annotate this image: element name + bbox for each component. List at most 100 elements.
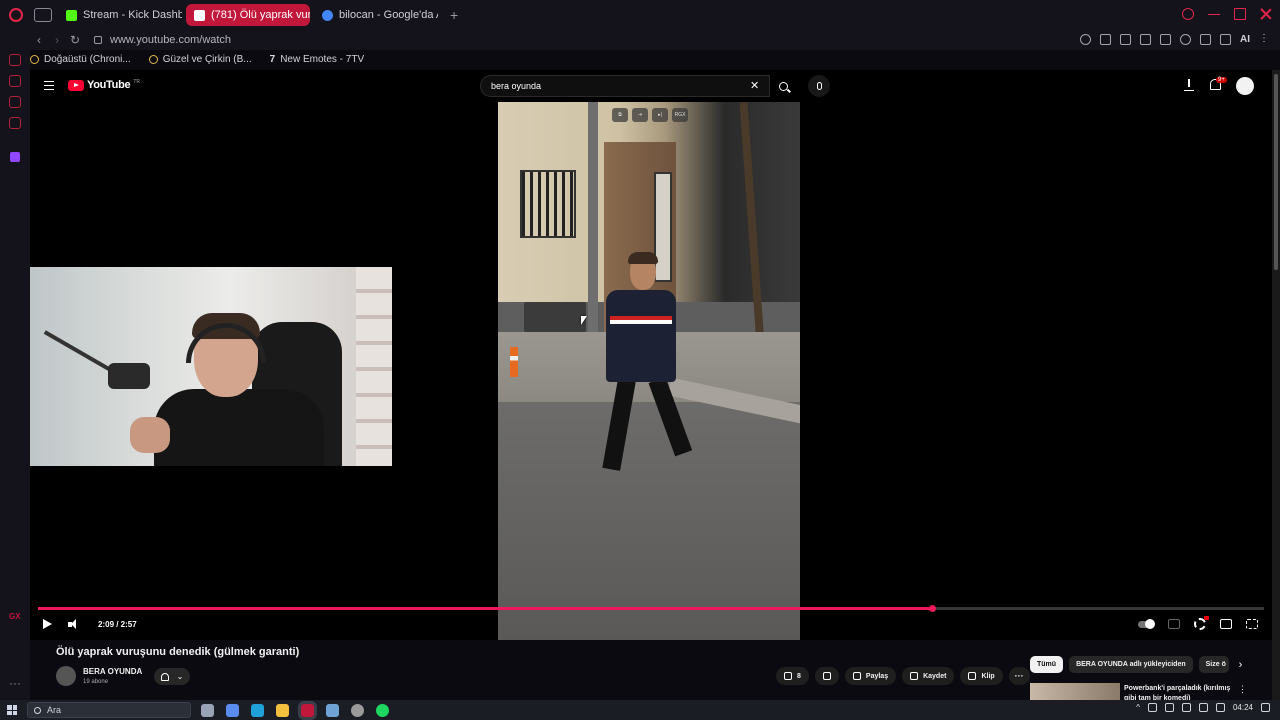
- clock[interactable]: 04:24: [1233, 703, 1253, 712]
- new-tab-button[interactable]: +: [450, 7, 458, 23]
- steam-icon[interactable]: [326, 703, 339, 717]
- recommendation-thumbnail[interactable]: [1030, 683, 1120, 700]
- theater-mode-icon[interactable]: [1220, 619, 1232, 629]
- close-button[interactable]: [1260, 8, 1272, 20]
- share-button[interactable]: Paylaş: [844, 667, 897, 685]
- mic-tray-icon[interactable]: [1181, 703, 1191, 712]
- subtitles-icon[interactable]: [1168, 619, 1180, 629]
- usb-icon[interactable]: [1164, 703, 1174, 712]
- autoplay-toggle[interactable]: [1138, 619, 1155, 629]
- opera-gx-logo-icon[interactable]: [0, 0, 32, 30]
- snapshot-icon[interactable]: [1120, 34, 1131, 45]
- bookmark-item[interactable]: 7 New Emotes - 7TV: [270, 54, 364, 65]
- more-actions-button[interactable]: ···: [1008, 667, 1030, 685]
- subscription-bell-button[interactable]: ⌄: [154, 668, 190, 685]
- overlay-tag[interactable]: RGX: [672, 108, 688, 122]
- save-button[interactable]: Kaydet: [902, 667, 955, 685]
- player-icon[interactable]: [1160, 34, 1171, 45]
- windows-start-icon[interactable]: [7, 705, 17, 715]
- edge-icon[interactable]: [251, 703, 264, 717]
- play-icon[interactable]: [43, 619, 52, 629]
- bookmark-item[interactable]: Güzel ve Çirkin (B...: [148, 54, 252, 65]
- speaker-icon[interactable]: [194, 9, 205, 21]
- clip-button[interactable]: Klip: [960, 667, 1003, 685]
- tab-kick-dashboard[interactable]: Stream - Kick Dashboard: [58, 4, 182, 26]
- video-title: Ölü yaprak vuruşunu denedik (gülmek gara…: [56, 646, 300, 658]
- menu-icon[interactable]: [44, 81, 54, 90]
- lock-icon[interactable]: [94, 36, 102, 44]
- video-player[interactable]: ⧉ ⇥ ▸| RGX 2:09 / 2:57: [30, 102, 1272, 640]
- tab-search-icon[interactable]: [1182, 8, 1194, 20]
- tab-google-search[interactable]: bilocan - Google'da Ara: [314, 4, 438, 26]
- opera-gx-icon[interactable]: [301, 703, 314, 717]
- gx-control-icon[interactable]: [9, 54, 21, 66]
- heart-icon[interactable]: [1180, 34, 1191, 45]
- tray-app-icon[interactable]: [1147, 703, 1157, 712]
- search-input[interactable]: [480, 75, 770, 97]
- bookmark-item[interactable]: Doğaüstü (Chroni...: [30, 54, 131, 65]
- gx-corner-icon[interactable]: [9, 96, 21, 108]
- twitch-icon[interactable]: [10, 152, 20, 162]
- skip-icon[interactable]: ▸|: [652, 108, 668, 122]
- obs-icon[interactable]: [351, 703, 364, 717]
- pin-icon[interactable]: [1100, 34, 1111, 45]
- tab-islands-icon[interactable]: [34, 8, 52, 22]
- 7tv-icon: 7: [269, 53, 276, 65]
- like-button[interactable]: 8: [776, 667, 809, 685]
- file-explorer-icon[interactable]: [276, 703, 289, 717]
- popout-icon[interactable]: ⧉: [612, 108, 628, 122]
- youtube-logo[interactable]: YouTube TR: [68, 79, 140, 91]
- task-view-icon[interactable]: [201, 703, 214, 717]
- search-button[interactable]: [770, 75, 796, 97]
- minimize-button[interactable]: [1208, 8, 1220, 15]
- bookmarks-bar: Doğaüstü (Chroni... Güzel ve Çirkin (B..…: [30, 50, 364, 68]
- gx-logo-icon: GX: [9, 612, 21, 621]
- progress-bar[interactable]: [38, 605, 1264, 612]
- shield-icon[interactable]: [1140, 34, 1151, 45]
- scrollbar-thumb[interactable]: [1274, 74, 1278, 270]
- zoom-icon[interactable]: [1080, 34, 1091, 45]
- settings-gear-icon[interactable]: [1194, 616, 1209, 630]
- back-button[interactable]: ‹: [30, 33, 48, 47]
- url-field[interactable]: www.youtube.com/watch: [110, 34, 231, 46]
- taskbar-search-box[interactable]: Ara: [27, 702, 191, 718]
- reload-button[interactable]: ↻: [66, 33, 84, 47]
- recommendation-menu-icon[interactable]: ⋮: [1238, 684, 1247, 695]
- channel-name[interactable]: BERA OYUNDA: [83, 667, 142, 676]
- aria-ai-button[interactable]: AI: [1240, 34, 1250, 45]
- scrubber-handle[interactable]: [928, 605, 936, 612]
- menu-dots-icon[interactable]: ⋮: [1259, 34, 1270, 45]
- messenger-icon[interactable]: [9, 117, 21, 129]
- copilot-icon[interactable]: [226, 703, 239, 717]
- tab-label: (781) Ölü yaprak vuruş: [211, 9, 310, 21]
- chevron-right-icon[interactable]: ›: [1239, 659, 1243, 671]
- detach-icon[interactable]: ⇥: [632, 108, 648, 122]
- chip-all[interactable]: Tümü: [1030, 656, 1064, 673]
- volume-icon[interactable]: [68, 619, 80, 630]
- chip-from-uploader[interactable]: BERA OYUNDA adlı yükleyiciden: [1069, 656, 1193, 673]
- tab-youtube-video[interactable]: (781) Ölü yaprak vuruş: [186, 4, 310, 26]
- wallet-icon[interactable]: [1200, 34, 1211, 45]
- video-frame[interactable]: ⧉ ⇥ ▸| RGX: [498, 102, 800, 640]
- forward-button[interactable]: ›: [48, 33, 66, 47]
- network-icon[interactable]: [1198, 703, 1208, 712]
- clear-search-icon[interactable]: ✕: [750, 79, 759, 92]
- maximize-button[interactable]: [1234, 8, 1246, 20]
- chip-for-you[interactable]: Size ö: [1198, 656, 1229, 673]
- voice-search-button[interactable]: [808, 75, 830, 97]
- dislike-button[interactable]: [814, 667, 839, 685]
- notification-center-icon[interactable]: [1261, 703, 1270, 712]
- volume-tray-icon[interactable]: [1215, 703, 1225, 712]
- webcam-microphone: [108, 363, 150, 389]
- channel-avatar[interactable]: [56, 666, 76, 686]
- upload-icon[interactable]: [1184, 79, 1194, 91]
- account-avatar[interactable]: [1236, 77, 1254, 95]
- gx-cleaner-icon[interactable]: [9, 75, 21, 87]
- spotify-icon[interactable]: [376, 703, 389, 717]
- page-scrollbar[interactable]: [1272, 70, 1280, 700]
- sidebar-more-icon[interactable]: ···: [9, 676, 21, 690]
- windows-taskbar: Ara ^ 04:24: [0, 700, 1280, 720]
- tray-overflow-icon[interactable]: ^: [1136, 703, 1140, 712]
- fullscreen-icon[interactable]: [1246, 619, 1258, 629]
- download-icon[interactable]: [1220, 34, 1231, 45]
